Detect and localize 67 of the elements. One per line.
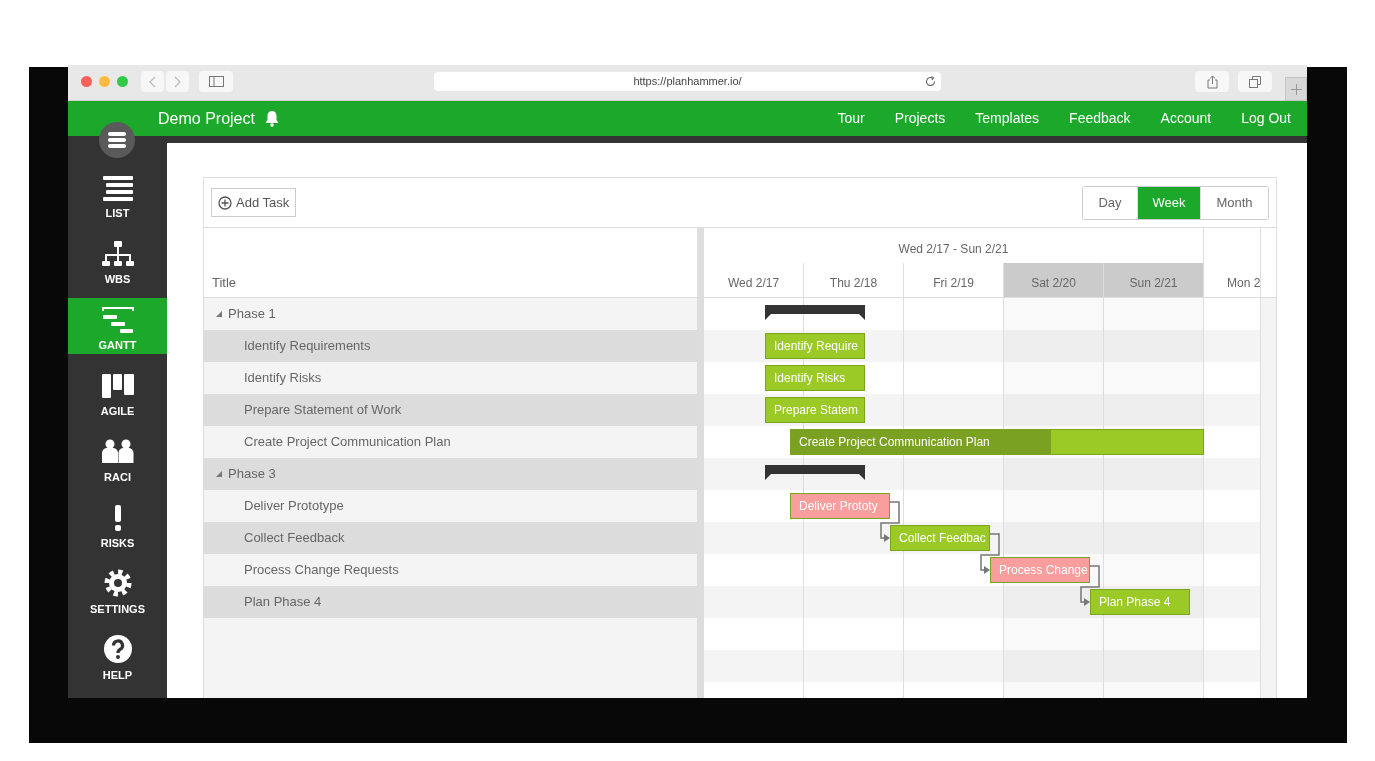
- project-title: Demo Project: [158, 108, 255, 129]
- nav-link[interactable]: Templates: [975, 108, 1040, 129]
- list-icon: [101, 175, 134, 201]
- sidebar-item[interactable]: SETTINGS: [68, 562, 167, 618]
- sidebar-item[interactable]: AGILE: [68, 364, 167, 420]
- chevron-right-icon: [174, 75, 181, 88]
- chevron-left-icon: [149, 75, 156, 88]
- plus-icon: [1290, 83, 1302, 95]
- task-bar[interactable]: Create Project Communication Plan: [790, 429, 1204, 455]
- forward-button[interactable]: [166, 71, 189, 92]
- tabs-icon: [1249, 75, 1261, 88]
- add-task-button[interactable]: Add Task: [211, 188, 297, 217]
- summary-bar[interactable]: [765, 465, 865, 480]
- bell-icon[interactable]: [263, 110, 280, 127]
- view-tab[interactable]: Week: [1137, 186, 1200, 219]
- reload-icon: [925, 76, 936, 87]
- gantt-icon: [101, 307, 134, 333]
- phase-title[interactable]: Phase 3: [228, 464, 276, 484]
- day-header: Sun 2/21: [1129, 275, 1178, 292]
- sidebar-item[interactable]: HELP: [68, 628, 167, 684]
- splitter-handle[interactable]: [697, 228, 704, 698]
- sidebar-icon: [208, 76, 224, 87]
- sidebar-item[interactable]: WBS: [68, 232, 167, 288]
- day-header: Sat 2/20: [1031, 275, 1076, 292]
- phase-title[interactable]: Phase 1: [228, 304, 276, 324]
- address-field[interactable]: https://planhammer.io/: [434, 72, 941, 91]
- collapse-triangle-icon[interactable]: [216, 311, 222, 317]
- hierarchy-icon: [101, 241, 134, 267]
- nav-link[interactable]: Projects: [894, 108, 946, 129]
- task-title[interactable]: Process Change Requests: [244, 560, 399, 580]
- day-header: Mon 2: [1227, 275, 1260, 292]
- task-title[interactable]: Identify Requirements: [244, 336, 371, 356]
- nav-link[interactable]: Account: [1160, 108, 1212, 129]
- share-button[interactable]: [1195, 71, 1229, 92]
- new-tab-button[interactable]: [1285, 77, 1307, 101]
- sidebar-item[interactable]: GANTT: [68, 298, 167, 354]
- day-header: Fri 2/19: [933, 275, 974, 292]
- tabs-button[interactable]: [1238, 71, 1272, 92]
- board-icon: [101, 373, 134, 399]
- sidebar-item[interactable]: LIST: [68, 166, 167, 222]
- menu-icon: [108, 132, 126, 148]
- day-header: Wed 2/17: [727, 275, 780, 292]
- share-icon: [1206, 74, 1218, 89]
- sidebar-item[interactable]: RISKS: [68, 496, 167, 552]
- sidebar-item[interactable]: RACI: [68, 430, 167, 486]
- date-range-label: Wed 2/17 - Sun 2/21: [898, 241, 1009, 258]
- nav-link[interactable]: Log Out: [1241, 108, 1291, 129]
- view-tab[interactable]: Month: [1200, 186, 1268, 219]
- day-header: Thu 2/18: [829, 275, 878, 292]
- task-title[interactable]: Collect Feedback: [244, 528, 345, 548]
- url-text: https://planhammer.io/: [633, 74, 742, 90]
- people-icon: [101, 439, 134, 465]
- task-title[interactable]: Plan Phase 4: [244, 592, 322, 612]
- task-title[interactable]: Create Project Communication Plan: [244, 432, 451, 452]
- task-title[interactable]: Deliver Prototype: [244, 496, 344, 516]
- settings-icon: [103, 569, 132, 597]
- nav-link[interactable]: Feedback: [1069, 108, 1131, 129]
- nav-link[interactable]: Tour: [837, 108, 865, 129]
- summary-bar[interactable]: [765, 305, 865, 320]
- exclamation-icon: [113, 505, 122, 531]
- back-button[interactable]: [141, 71, 164, 92]
- plus-circle-icon: [218, 195, 232, 210]
- collapse-triangle-icon[interactable]: [216, 471, 222, 477]
- task-title[interactable]: Identify Risks: [244, 368, 322, 388]
- column-header: Title: [212, 273, 237, 292]
- help-icon: [103, 635, 132, 663]
- sidebar-toggle-button[interactable]: [199, 71, 233, 92]
